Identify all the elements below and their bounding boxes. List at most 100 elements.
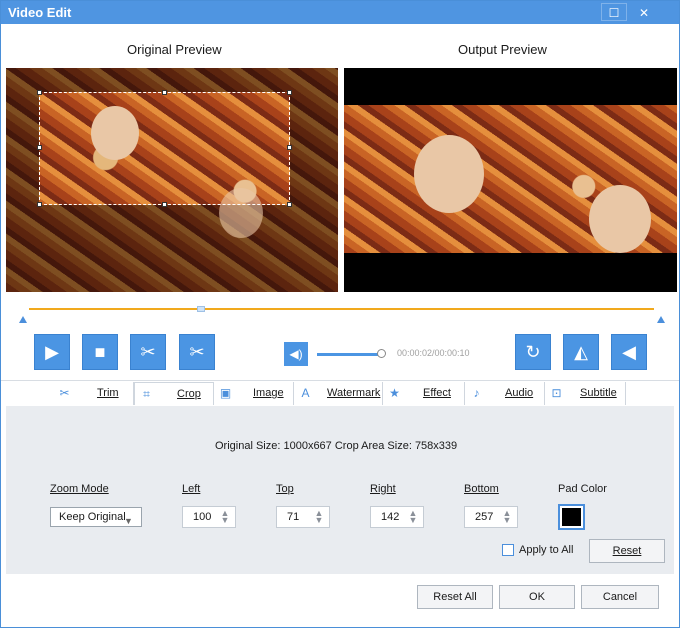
- crop-handle-top-left[interactable]: [37, 90, 42, 95]
- right-spinbox[interactable]: 142 ▲ ▼: [370, 506, 424, 528]
- timeline-track[interactable]: [29, 308, 654, 310]
- flip-horizontal-button[interactable]: ◭: [563, 334, 599, 370]
- output-preview: [344, 68, 677, 292]
- right-label: Right: [370, 483, 396, 495]
- spin-arrows-icon[interactable]: ▲ ▼: [312, 509, 326, 525]
- timecode: 00:00:02/00:00:10: [397, 348, 470, 358]
- reset-button-label: Reset: [612, 545, 642, 557]
- tab-image-label: Image: [253, 387, 284, 399]
- stop-button[interactable]: ■: [82, 334, 118, 370]
- child-face-right: [589, 185, 651, 253]
- apply-to-all-checkbox[interactable]: [502, 544, 514, 556]
- tab-crop[interactable]: ⌗ Crop: [134, 382, 214, 405]
- zoom-mode-value: Keep Original: [59, 511, 126, 523]
- timeline-end-marker-icon[interactable]: [657, 316, 665, 323]
- scissors-end-icon: ✂: [189, 342, 205, 362]
- tab-subtitle-label: Subtitle: [580, 387, 617, 399]
- apply-to-all-label: Apply to All: [519, 544, 574, 556]
- left-spinbox[interactable]: 100 ▲ ▼: [182, 506, 236, 528]
- pad-color-swatch: [562, 508, 581, 526]
- tab-image[interactable]: ▣ Image: [214, 382, 294, 405]
- crop-handle-top-right[interactable]: [287, 90, 292, 95]
- volume-slider[interactable]: [317, 353, 383, 356]
- set-start-button[interactable]: ✂: [130, 334, 166, 370]
- tab-audio[interactable]: ♪ Audio: [465, 382, 545, 405]
- flip-horizontal-icon: ◭: [574, 342, 588, 362]
- child-face-left: [414, 135, 484, 213]
- speaker-icon: ◀): [289, 347, 303, 361]
- edit-tab-bar: ✂ Trim ⌗ Crop ▣ Image A Watermark ★ Effe…: [1, 380, 679, 406]
- tab-crop-label: Crop: [177, 388, 201, 400]
- output-preview-label: Output Preview: [458, 42, 547, 57]
- volume-slider-knob[interactable]: [377, 349, 386, 358]
- left-label: Left: [182, 483, 201, 495]
- rotate-icon: ↻: [525, 342, 541, 362]
- maximize-button[interactable]: ☐: [601, 3, 627, 21]
- timeline-playhead[interactable]: [197, 306, 205, 312]
- spin-arrows-icon[interactable]: ▲ ▼: [500, 509, 514, 525]
- flip-vertical-icon: ◀: [622, 342, 636, 362]
- size-info: Original Size: 1000x667 Crop Area Size: …: [215, 440, 458, 452]
- set-end-button[interactable]: ✂: [179, 334, 215, 370]
- rotate-button[interactable]: ↻: [515, 334, 551, 370]
- scissors-start-icon: ✂: [140, 342, 156, 362]
- bottom-value: 257: [475, 511, 494, 523]
- flip-vertical-button[interactable]: ◀: [611, 334, 647, 370]
- video-edit-window: Video Edit ☐ ✕ Original Preview Output P…: [0, 0, 680, 628]
- volume-button[interactable]: ◀): [284, 342, 308, 366]
- crop-handle-top[interactable]: [162, 90, 167, 95]
- pad-color-picker[interactable]: [558, 504, 585, 530]
- window-title: Video Edit: [8, 5, 72, 20]
- ok-button[interactable]: OK: [499, 585, 575, 609]
- crop-handle-left[interactable]: [37, 145, 42, 150]
- scissors-icon: ✂: [59, 386, 70, 400]
- pad-color-label: Pad Color: [558, 483, 607, 495]
- image-icon: ▣: [219, 386, 232, 400]
- stop-icon: ■: [94, 342, 106, 362]
- crop-handle-bottom-left[interactable]: [37, 202, 42, 207]
- reset-all-label: Reset All: [433, 591, 477, 603]
- tab-trim-label: Trim: [97, 387, 119, 399]
- top-value: 71: [287, 511, 300, 523]
- play-button[interactable]: ▶: [34, 334, 70, 370]
- bottom-label: Bottom: [464, 483, 499, 495]
- zoom-mode-select[interactable]: Keep Original ▼: [50, 507, 142, 527]
- reset-all-button[interactable]: Reset All: [417, 585, 493, 609]
- cancel-button[interactable]: Cancel: [581, 585, 659, 609]
- original-preview: [6, 68, 338, 292]
- play-icon: ▶: [45, 342, 59, 362]
- tab-effect-label: Effect: [423, 387, 451, 399]
- crop-handle-bottom-right[interactable]: [287, 202, 292, 207]
- timeline-start-marker-icon[interactable]: [19, 316, 27, 323]
- reset-button[interactable]: Reset: [589, 539, 665, 563]
- watermark-icon: A: [301, 386, 310, 400]
- output-video-frame: [344, 105, 677, 253]
- tab-watermark[interactable]: A Watermark: [294, 382, 383, 405]
- crop-handle-right[interactable]: [287, 145, 292, 150]
- top-spinbox[interactable]: 71 ▲ ▼: [276, 506, 330, 528]
- tab-effect[interactable]: ★ Effect: [383, 382, 465, 405]
- subtitle-icon: ⊡: [551, 386, 562, 400]
- tab-watermark-label: Watermark: [327, 387, 381, 399]
- close-button[interactable]: ✕: [631, 3, 657, 21]
- cancel-label: Cancel: [602, 591, 638, 603]
- tab-audio-label: Audio: [505, 387, 534, 399]
- music-icon: ♪: [473, 386, 480, 400]
- title-bar: Video Edit ☐ ✕: [1, 1, 679, 24]
- ok-label: OK: [529, 591, 545, 603]
- tab-subtitle[interactable]: ⊡ Subtitle: [545, 382, 626, 405]
- spin-arrows-icon[interactable]: ▲ ▼: [406, 509, 420, 525]
- crop-handle-bottom[interactable]: [162, 202, 167, 207]
- star-icon: ★: [389, 386, 400, 400]
- maximize-icon: ☐: [608, 6, 620, 20]
- bottom-spinbox[interactable]: 257 ▲ ▼: [464, 506, 518, 528]
- right-value: 142: [381, 511, 400, 523]
- crop-icon: ⌗: [143, 387, 150, 401]
- tab-trim[interactable]: ✂ Trim: [53, 382, 134, 405]
- crop-box[interactable]: [37, 90, 292, 207]
- zoom-mode-label: Zoom Mode: [50, 483, 109, 495]
- close-icon: ✕: [638, 6, 650, 20]
- top-label: Top: [276, 483, 294, 495]
- left-value: 100: [193, 511, 212, 523]
- spin-arrows-icon[interactable]: ▲ ▼: [218, 509, 232, 525]
